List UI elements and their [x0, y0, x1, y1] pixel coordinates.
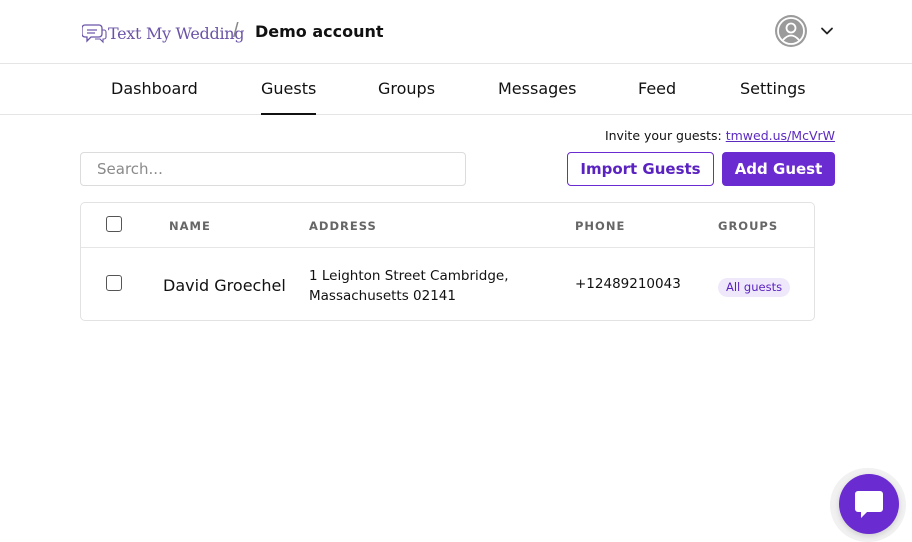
tab-dashboard[interactable]: Dashboard: [111, 79, 198, 115]
guest-phone: +12489210043: [575, 276, 681, 292]
column-header-groups: GROUPS: [718, 219, 779, 233]
search-input[interactable]: [80, 152, 466, 186]
table-header: NAME ADDRESS PHONE GROUPS: [81, 203, 814, 248]
guest-address-line2: Massachusetts 02141: [309, 288, 456, 304]
guest-name[interactable]: David Groechel: [163, 276, 286, 295]
column-header-phone: PHONE: [575, 219, 626, 233]
row-checkbox[interactable]: [106, 275, 122, 291]
chat-bubble-icon: [855, 491, 883, 518]
guests-table: NAME ADDRESS PHONE GROUPS David Groechel…: [80, 202, 815, 321]
chat-bubbles-icon: [82, 24, 107, 44]
tab-feed[interactable]: Feed: [638, 79, 676, 115]
user-avatar-icon[interactable]: [775, 15, 807, 47]
tab-groups[interactable]: Groups: [378, 79, 435, 115]
column-header-address: ADDRESS: [309, 219, 377, 233]
table-row[interactable]: David Groechel 1 Leighton Street Cambrid…: [81, 249, 814, 321]
guest-address-line1: 1 Leighton Street Cambridge,: [309, 268, 509, 284]
group-badge: All guests: [718, 278, 791, 297]
add-guest-button[interactable]: Add Guest: [722, 152, 835, 186]
top-bar: Text My Wedding / Demo account: [0, 0, 912, 64]
account-name[interactable]: Demo account: [255, 22, 384, 41]
column-header-name: NAME: [169, 219, 211, 233]
chat-launcher-button[interactable]: [839, 474, 899, 534]
tab-guests[interactable]: Guests: [261, 79, 317, 115]
select-all-checkbox[interactable]: [106, 216, 122, 232]
logo-text: Text My Wedding: [108, 23, 245, 43]
guest-address: 1 Leighton Street Cambridge, Massachuset…: [309, 266, 509, 306]
breadcrumb-separator: /: [233, 20, 239, 42]
invite-label: Invite your guests:: [604, 128, 722, 143]
import-guests-button[interactable]: Import Guests: [567, 152, 714, 186]
logo[interactable]: Text My Wedding: [82, 20, 245, 46]
tab-settings[interactable]: Settings: [740, 79, 806, 115]
tab-messages[interactable]: Messages: [498, 79, 576, 115]
main-tabs: Dashboard Guests Groups Messages Feed Se…: [0, 64, 912, 115]
chat-widget: [830, 468, 906, 542]
invite-link[interactable]: tmwed.us/McVrW: [726, 128, 835, 143]
chevron-down-icon[interactable]: [820, 24, 834, 38]
invite-line: Invite your guests: tmwed.us/McVrW: [605, 128, 835, 143]
